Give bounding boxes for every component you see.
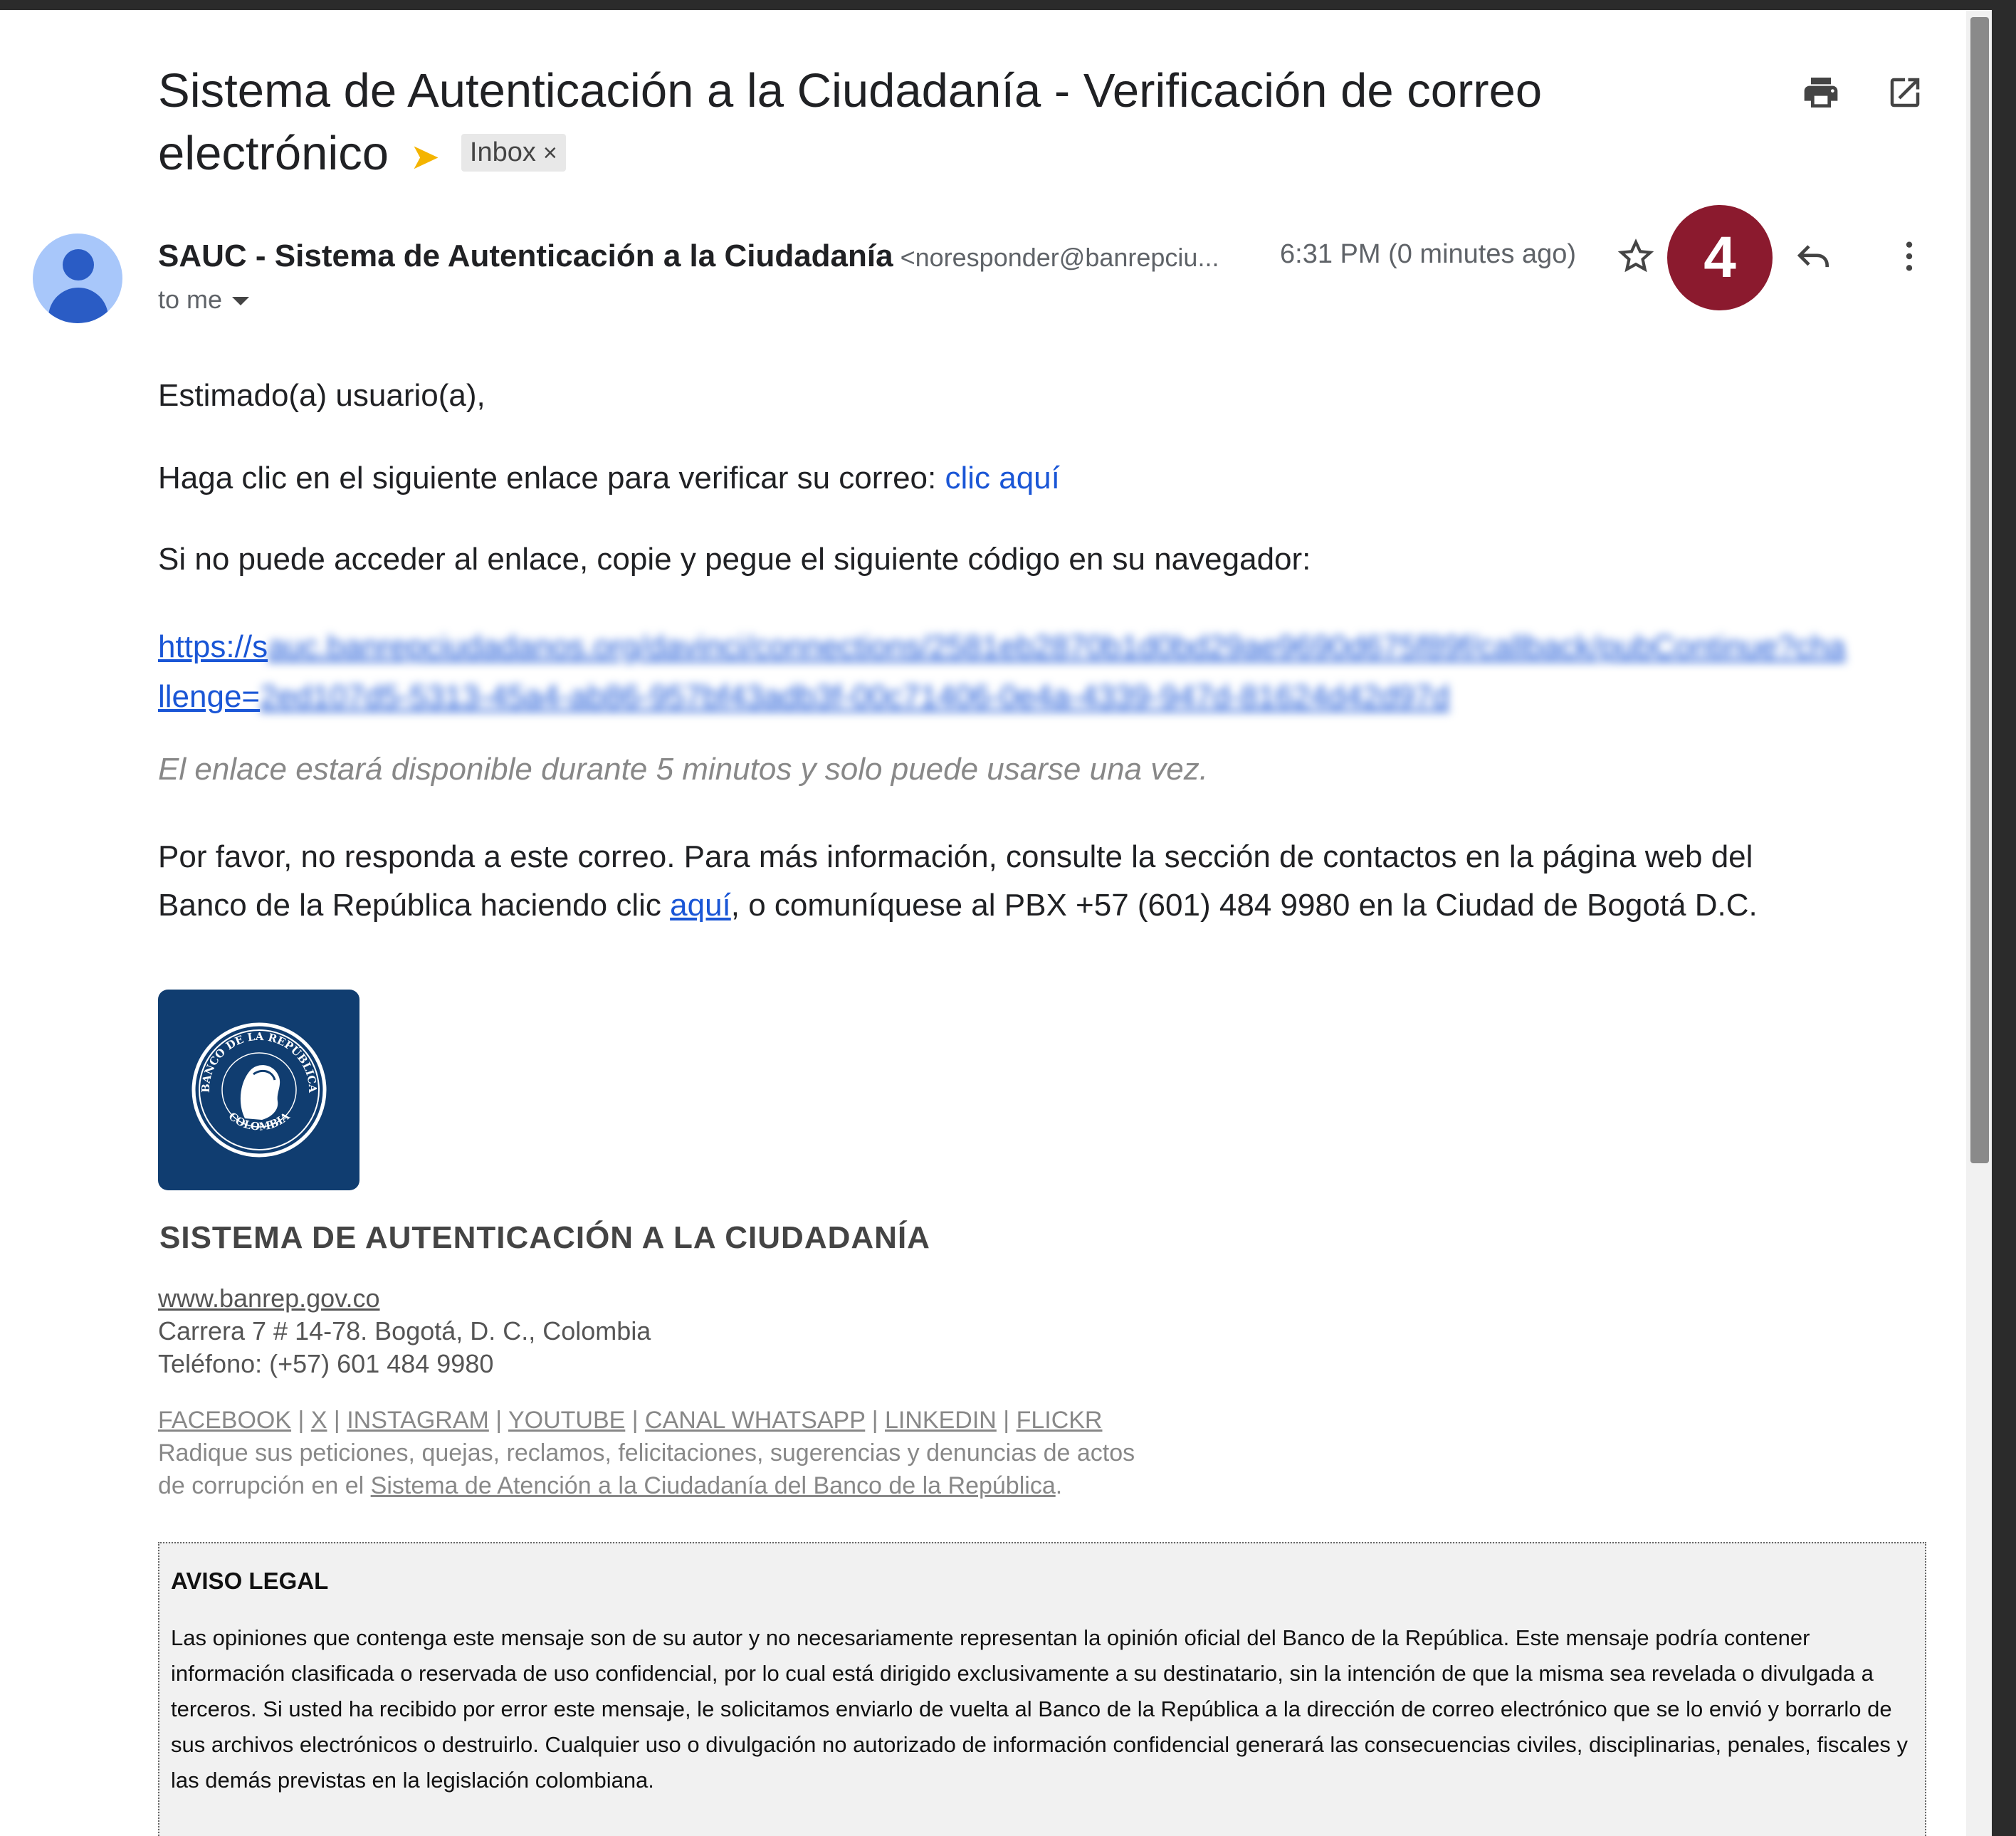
pqr-line-2-start: de corrupción en el xyxy=(158,1472,371,1499)
chevron-down-icon xyxy=(232,297,250,306)
social-links: FACEBOOK | X | INSTAGRAM | YOUTUBE | CAN… xyxy=(158,1404,1135,1502)
avatar-icon xyxy=(33,234,122,323)
social-links-row: FACEBOOK | X | INSTAGRAM | YOUTUBE | CAN… xyxy=(158,1404,1135,1437)
legal-title: AVISO LEGAL xyxy=(171,1568,329,1594)
social-sep: | xyxy=(625,1407,646,1434)
seal-logo: BANCO DE LA REPÚBLICA COLOMBIA xyxy=(158,990,359,1190)
noreply-paragraph: Por favor, no responda a este correo. Pa… xyxy=(158,833,1938,930)
website-link[interactable]: www.banrep.gov.co xyxy=(158,1284,380,1313)
sender-email: <noresponder@banrepciu... xyxy=(900,243,1219,272)
inbox-label-text: Inbox xyxy=(469,137,536,167)
important-marker-icon[interactable]: ➤ xyxy=(410,137,440,177)
social-link-flickr[interactable]: FLICKR xyxy=(1017,1407,1103,1434)
noreply-line-2-end: , o comuníquese al PBX +57 (601) 484 998… xyxy=(730,888,1758,923)
scrollbar-thumb[interactable] xyxy=(1970,17,1989,1163)
inbox-label-chip[interactable]: Inbox × xyxy=(461,133,566,172)
sender-name[interactable]: SAUC - Sistema de Autenticación a la Ciu… xyxy=(158,238,893,273)
social-sep: | xyxy=(291,1407,311,1434)
email-subject: Sistema de Autenticación a la Ciudadanía… xyxy=(158,60,1724,188)
verify-link[interactable]: clic aquí xyxy=(945,461,1059,495)
signature-phone: Teléfono: (+57) 601 484 9980 xyxy=(158,1349,494,1378)
sender-info: SAUC - Sistema de Autenticación a la Ciu… xyxy=(158,236,1219,278)
social-link-facebook[interactable]: FACEBOOK xyxy=(158,1407,291,1434)
url-blurred-part-2: 2ed107d5-5313-45a4-ab86-957bf43adb3f-00c… xyxy=(260,679,1450,714)
contact-link[interactable]: aquí xyxy=(670,888,731,923)
legal-paragraph-2: El receptor de este mensaje deberá verif… xyxy=(171,1830,1913,1836)
remove-label-icon[interactable]: × xyxy=(543,140,557,167)
subject-actions xyxy=(1801,73,1925,112)
citizen-service-link[interactable]: Sistema de Atención a la Ciudadanía del … xyxy=(371,1472,1056,1499)
recipient-text: to me xyxy=(158,285,223,314)
social-link-instagram[interactable]: INSTAGRAM xyxy=(347,1407,489,1434)
social-link-whatsapp[interactable]: CANAL WHATSAPP xyxy=(645,1407,865,1434)
noreply-line-1: Por favor, no responda a este correo. Pa… xyxy=(158,839,1753,874)
legal-paragraph: Las opiniones que contenga este mensaje … xyxy=(171,1625,1908,1793)
reply-icon xyxy=(1797,245,1829,268)
greeting: Estimado(a) usuario(a), xyxy=(158,378,485,413)
social-link-youtube[interactable]: YOUTUBE xyxy=(508,1407,625,1434)
social-sep: | xyxy=(488,1407,508,1434)
pqr-line-2-end: . xyxy=(1055,1472,1063,1499)
url-visible-part-1: https://s xyxy=(158,629,268,664)
more-options-button[interactable] xyxy=(1889,236,1929,280)
star-icon xyxy=(1617,238,1654,273)
open-in-new-window-button[interactable] xyxy=(1885,73,1925,112)
url-visible-part-2: llenge= xyxy=(158,679,261,714)
reply-button[interactable] xyxy=(1794,236,1834,280)
verification-url-link[interactable]: https://sauc.banrepciudadanos.org/davinc… xyxy=(158,622,1923,722)
verify-text: Haga clic en el siguiente enlace para ve… xyxy=(158,461,945,495)
star-button[interactable] xyxy=(1616,236,1656,280)
print-icon xyxy=(1804,78,1838,107)
more-vert-icon xyxy=(1906,241,1913,271)
step-number-badge: 4 xyxy=(1667,205,1773,310)
pqr-line-2: de corrupción en el Sistema de Atención … xyxy=(158,1469,1135,1502)
recipient-details-toggle[interactable]: to me xyxy=(158,285,250,315)
social-sep: | xyxy=(996,1407,1017,1434)
signature-website-line: www.banrep.gov.co xyxy=(158,1281,380,1316)
noreply-line-2: Banco de la República haciendo clic aquí… xyxy=(158,881,1938,930)
verify-paragraph: Haga clic en el siguiente enlace para ve… xyxy=(158,454,1060,503)
social-link-linkedin[interactable]: LINKEDIN xyxy=(885,1407,997,1434)
subject-text: Sistema de Autenticación a la Ciudadanía… xyxy=(158,64,1543,180)
legal-notice: AVISO LEGAL Las opiniones que contenga e… xyxy=(158,1542,1926,1836)
print-button[interactable] xyxy=(1801,73,1841,112)
url-blurred-part-1: auc.banrepciudadanos.org/davinci/connect… xyxy=(268,629,1846,664)
signature-title: SISTEMA DE AUTENTICACIÓN A LA CIUDADANÍA xyxy=(159,1220,930,1255)
noreply-line-2-start: Banco de la República haciendo clic xyxy=(158,888,671,923)
signature-address: Carrera 7 # 14-78. Bogotá, D. C., Colomb… xyxy=(158,1316,651,1345)
social-sep: | xyxy=(327,1407,347,1434)
email-view: Sistema de Autenticación a la Ciudadanía… xyxy=(0,10,1966,1836)
expiry-note: El enlace estará disponible durante 5 mi… xyxy=(158,752,1208,787)
social-link-x[interactable]: X xyxy=(311,1407,327,1434)
open-new-window-icon xyxy=(1890,78,1920,107)
pqr-line-1: Radique sus peticiones, quejas, reclamos… xyxy=(158,1439,1135,1467)
social-sep: | xyxy=(865,1407,886,1434)
fallback-instructions: Si no puede acceder al enlace, copie y p… xyxy=(158,542,1311,577)
email-timestamp: 6:31 PM (0 minutes ago) xyxy=(1280,239,1577,269)
